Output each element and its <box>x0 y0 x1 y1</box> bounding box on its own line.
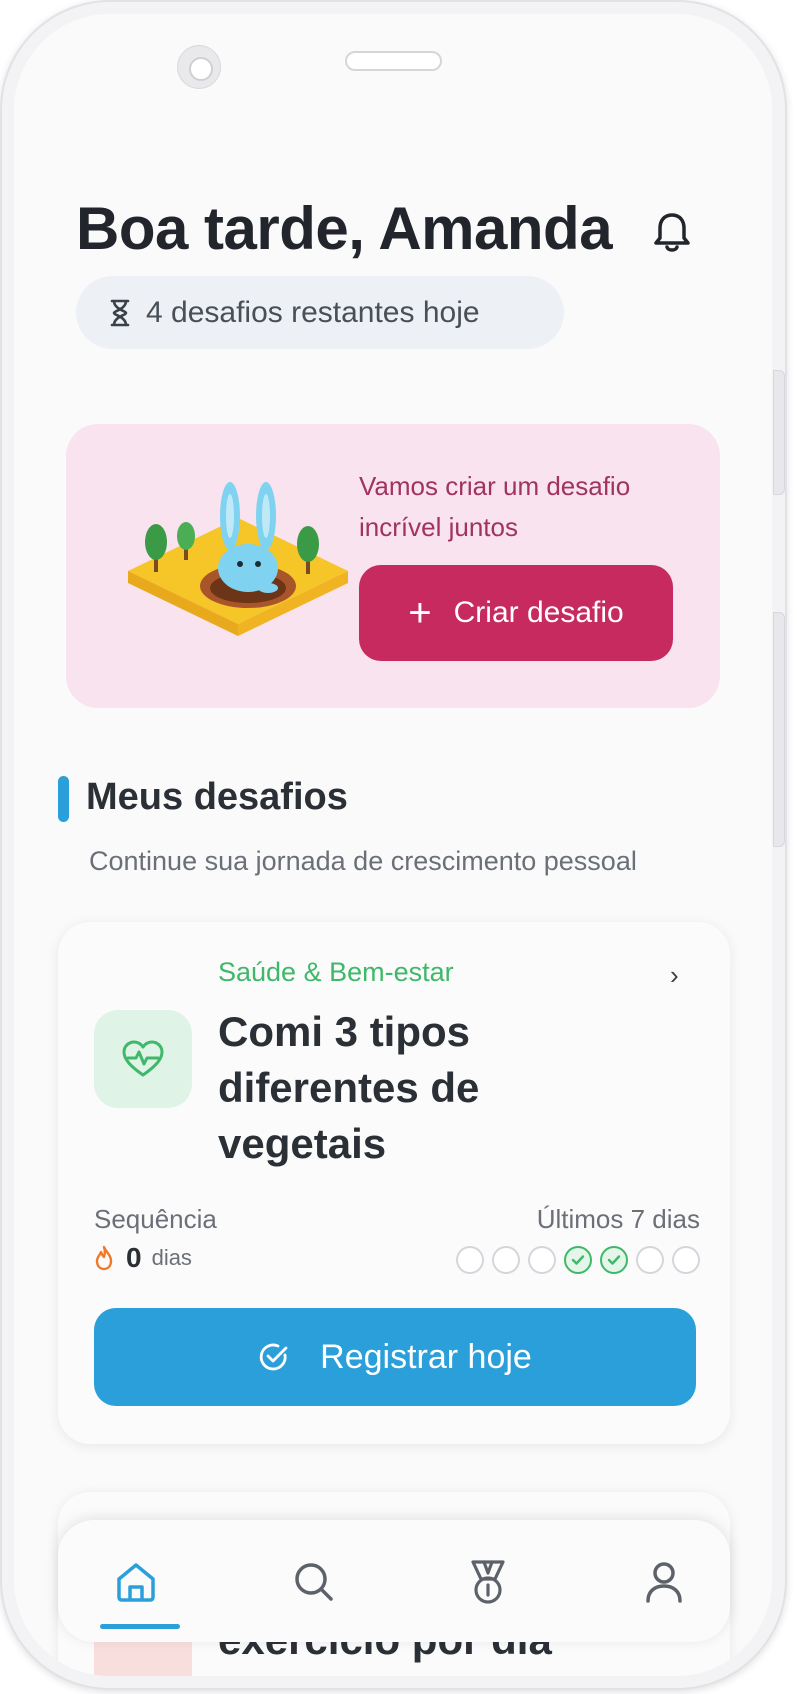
day-dot <box>492 1246 520 1274</box>
phone-frame: Boa tarde, Amanda 4 desafios restantes h… <box>0 0 787 1690</box>
volume-button <box>773 370 785 495</box>
section-subtitle: Continue sua jornada de crescimento pess… <box>89 846 637 876</box>
user-icon <box>646 1562 682 1603</box>
flame-icon <box>95 1245 113 1271</box>
remaining-text: 4 desafios restantes hoje <box>146 295 480 329</box>
app-screen: Boa tarde, Amanda 4 desafios restantes h… <box>14 14 772 1676</box>
last-7-days-label: Últimos 7 dias <box>536 1204 700 1234</box>
heart-pulse-icon <box>94 1010 192 1108</box>
last-7-days-tracker <box>456 1246 700 1274</box>
bell-icon[interactable] <box>652 211 692 255</box>
streak-value: 0 dias <box>94 1242 192 1274</box>
front-camera <box>177 45 221 89</box>
check-icon <box>571 1255 585 1265</box>
streak-count: 0 <box>126 1242 142 1273</box>
day-dot <box>672 1246 700 1274</box>
day-dot-done <box>600 1246 628 1274</box>
medal-icon <box>471 1560 505 1604</box>
challenge-title: Comi 3 tipos diferentes de vegetais <box>218 1008 480 1167</box>
register-today-label: Registrar hoje <box>320 1337 532 1376</box>
earpiece-speaker <box>345 51 442 71</box>
bunny-in-hole-illustration <box>128 482 348 636</box>
create-challenge-button[interactable]: + Criar desafio <box>359 565 673 661</box>
active-tab-indicator <box>100 1624 180 1629</box>
streak-label: Sequência <box>94 1204 217 1234</box>
tab-achievements[interactable] <box>458 1552 518 1612</box>
tab-home[interactable] <box>106 1552 166 1612</box>
power-button <box>773 612 785 847</box>
search-icon <box>295 1563 333 1601</box>
chevron-right-icon[interactable]: › <box>670 960 679 991</box>
day-dot-done <box>564 1246 592 1274</box>
create-challenge-banner: Vamos criar um desafio incrível juntos +… <box>66 424 720 708</box>
section-title: Meus desafios <box>86 776 348 818</box>
challenge-card[interactable]: Saúde & Bem-estar › Comi 3 tipos diferen… <box>58 922 730 1444</box>
day-dot <box>456 1246 484 1274</box>
page-title: Boa tarde, Amanda <box>76 195 613 262</box>
banner-message: Vamos criar um desafio incrível juntos <box>359 471 631 542</box>
plus-icon: + <box>408 591 432 635</box>
section-accent-bar <box>58 776 69 822</box>
hourglass-icon <box>110 299 130 326</box>
tab-profile[interactable] <box>634 1552 694 1612</box>
check-circle-icon <box>259 1343 288 1371</box>
home-icon <box>117 1563 155 1602</box>
tab-search[interactable] <box>284 1552 344 1612</box>
streak-unit: dias <box>151 1245 192 1270</box>
challenge-category: Saúde & Bem-estar <box>218 957 454 987</box>
bottom-tab-bar <box>58 1520 730 1642</box>
day-dot <box>528 1246 556 1274</box>
check-icon <box>607 1255 621 1265</box>
remaining-challenges-pill: 4 desafios restantes hoje <box>76 276 564 349</box>
day-dot <box>636 1246 664 1274</box>
register-today-button[interactable]: Registrar hoje <box>94 1308 696 1406</box>
create-challenge-label: Criar desafio <box>453 596 624 629</box>
